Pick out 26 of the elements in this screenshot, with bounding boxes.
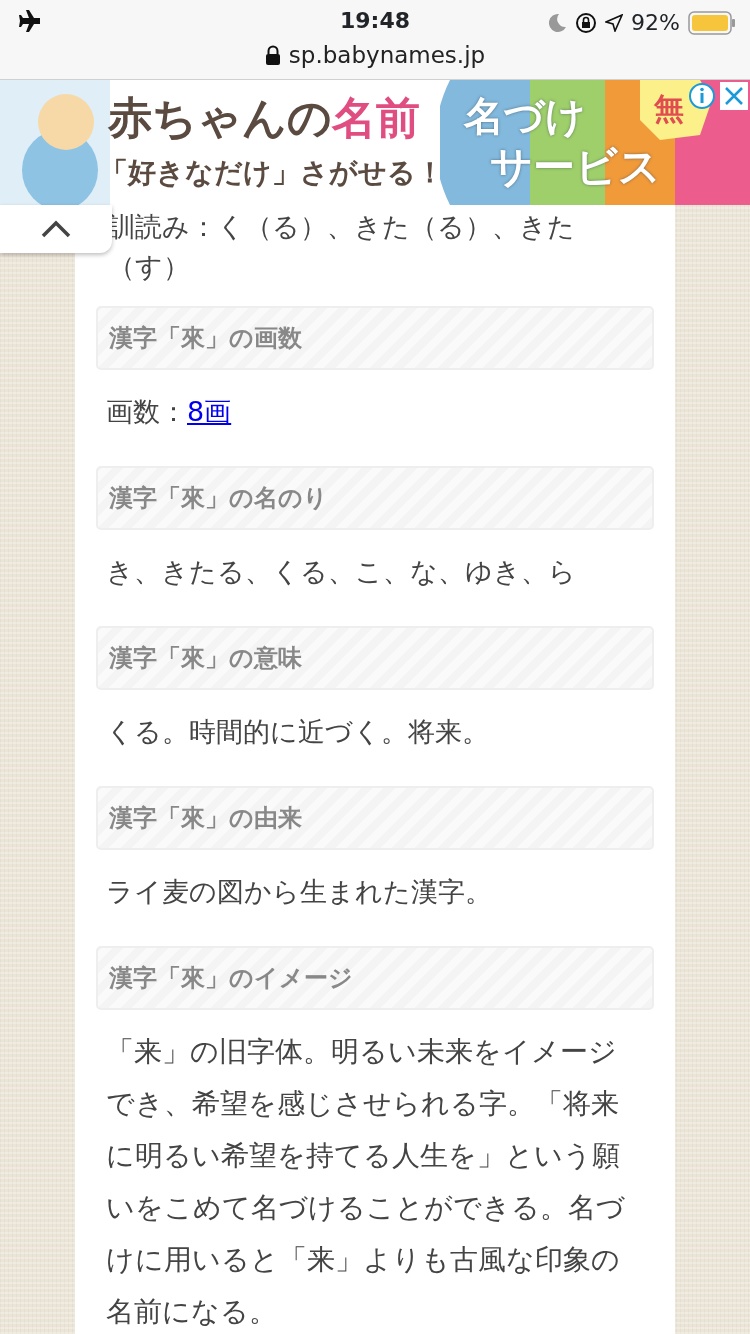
lock-icon <box>264 45 281 66</box>
airplane-icon <box>16 10 40 32</box>
chevron-up-icon <box>41 220 71 238</box>
section-heading: 漢字「來」のイメージ <box>96 946 654 1010</box>
site-address[interactable]: sp.babynames.jp <box>288 38 486 73</box>
section-text: 「来」の旧字体。明るい未来をイメージでき、希望を感じさせられる字。「将来に明るい希望を持てる人生を」という願いをこめて名づけることができる。名づけに用いると「来」よりも古風な印象の名前になる。 <box>105 1034 626 1330</box>
section-text: 画数：8画 <box>105 395 233 429</box>
section-text: ライ麦の図から生まれた漢字。 <box>105 875 493 909</box>
battery-percentage: 92% <box>631 9 680 37</box>
close-icon[interactable] <box>720 82 748 110</box>
section-heading: 漢字「來」の由来 <box>96 786 654 850</box>
ad-tagline: 「好きなだけ」さがせる！ <box>100 156 444 190</box>
clock: 19:48 <box>339 7 411 35</box>
section-heading: 漢字「來」の画数 <box>96 306 654 370</box>
section-heading: 漢字「來」の意味 <box>96 626 654 690</box>
battery-icon <box>688 10 736 35</box>
ad-free-text: 無 <box>654 92 684 125</box>
rotation-lock-icon <box>575 11 598 34</box>
location-arrow-icon <box>605 13 624 32</box>
section-text: くる。時間的に近づく。将来。 <box>105 715 490 749</box>
moon-icon <box>547 12 568 33</box>
ad-headline: 赤ちゃんの名前 <box>108 92 420 145</box>
section-heading: 漢字「來」の名のり <box>96 466 654 530</box>
section-text: き、きたる、くる、こ、な、ゆき、ら <box>105 555 577 589</box>
stroke-count-link[interactable]: 8画 <box>187 396 232 427</box>
scroll-to-top-button[interactable] <box>0 205 112 253</box>
